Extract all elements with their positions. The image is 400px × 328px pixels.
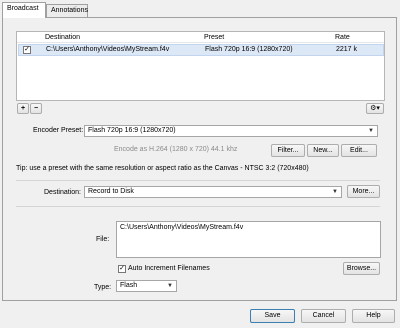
destination-label: Destination: bbox=[44, 189, 81, 196]
tab-broadcast[interactable]: Broadcast bbox=[2, 2, 46, 18]
row-preset: Flash 720p 16:9 (1280x720) bbox=[205, 46, 293, 53]
file-label: File: bbox=[96, 236, 110, 243]
add-output-button[interactable]: + bbox=[17, 103, 29, 114]
type-label: Type: bbox=[94, 284, 112, 291]
column-destination[interactable]: Destination bbox=[45, 34, 80, 41]
encoder-preset-label: Encoder Preset: bbox=[33, 127, 84, 134]
output-list[interactable]: Destination Preset Rate ✓ C:\Users\Antho… bbox=[16, 31, 385, 101]
save-button[interactable]: Save bbox=[250, 309, 295, 323]
help-button[interactable]: Help bbox=[352, 309, 395, 323]
type-select[interactable]: Flash ▼ bbox=[116, 280, 177, 292]
tip-text: Tip: use a preset with the same resoluti… bbox=[16, 165, 309, 172]
auto-increment-label[interactable]: Auto Increment Filenames bbox=[128, 265, 210, 272]
chevron-down-icon: ▼ bbox=[332, 189, 338, 195]
chevron-down-icon: ▼ bbox=[368, 128, 374, 134]
auto-increment-checkbox[interactable]: ✓ bbox=[118, 265, 126, 273]
row-rate: 2217 k bbox=[336, 46, 358, 53]
divider bbox=[16, 180, 380, 181]
filter-button[interactable]: Filter... bbox=[271, 144, 305, 157]
gear-menu-button[interactable]: ⚙▾ bbox=[366, 103, 384, 114]
edit-preset-button[interactable]: Edit... bbox=[341, 144, 377, 157]
encoder-preset-select[interactable]: Flash 720p 16:9 (1280x720) ▼ bbox=[84, 125, 378, 137]
browse-button[interactable]: Browse... bbox=[343, 262, 380, 275]
column-preset[interactable]: Preset bbox=[204, 34, 224, 41]
gear-icon: ⚙▾ bbox=[370, 105, 380, 112]
destination-select[interactable]: Record to Disk ▼ bbox=[84, 186, 342, 198]
type-value: Flash bbox=[120, 282, 138, 289]
destination-value: Record to Disk bbox=[88, 188, 134, 195]
row-enabled-checkbox[interactable]: ✓ bbox=[23, 46, 31, 54]
chevron-down-icon: ▼ bbox=[167, 283, 173, 289]
remove-output-button[interactable]: − bbox=[30, 103, 42, 114]
list-item[interactable]: ✓ C:\Users\Anthony\Videos\MyStream.f4v F… bbox=[18, 44, 384, 56]
column-rate[interactable]: Rate bbox=[335, 34, 350, 41]
encoder-info-text: Encode as H.264 (1280 x 720) 44.1 khz bbox=[114, 146, 238, 153]
new-preset-button[interactable]: New... bbox=[307, 144, 339, 157]
cancel-button[interactable]: Cancel bbox=[301, 309, 346, 323]
encoder-preset-value: Flash 720p 16:9 (1280x720) bbox=[88, 127, 176, 134]
file-path-field[interactable]: C:\Users\Anthony\Videos\MyStream.f4v bbox=[116, 221, 381, 258]
divider bbox=[16, 206, 380, 207]
tab-annotations[interactable]: Annotations bbox=[46, 4, 88, 17]
row-destination: C:\Users\Anthony\Videos\MyStream.f4v bbox=[46, 46, 170, 53]
more-button[interactable]: More... bbox=[347, 185, 380, 198]
list-header: Destination Preset Rate bbox=[17, 32, 384, 43]
